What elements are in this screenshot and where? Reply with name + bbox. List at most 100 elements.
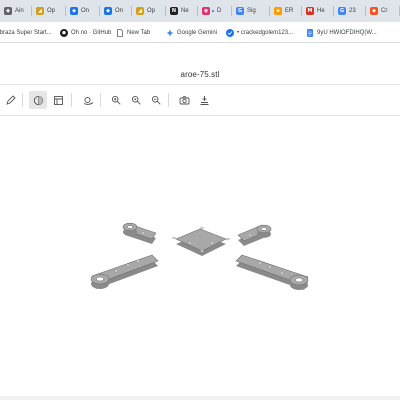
media-dot-icon — [212, 10, 214, 12]
shaded-view-icon — [33, 95, 44, 106]
mount-hole — [114, 269, 118, 273]
amazon-icon: a — [274, 7, 282, 15]
toolbar-separator — [22, 93, 23, 107]
orbit-icon — [83, 95, 94, 106]
notion-icon: N — [170, 7, 178, 15]
tab-label: Sig — [247, 8, 256, 14]
edit-button[interactable] — [1, 91, 19, 109]
bookmark-item[interactable]: Google Gemini — [166, 27, 217, 38]
toolbar-separator — [100, 93, 101, 107]
bookmark-label: New Tab — [127, 29, 151, 36]
3d-viewport[interactable] — [0, 116, 400, 396]
grid-view-button[interactable] — [49, 91, 67, 109]
mount-hole — [258, 261, 262, 265]
bookmarks-bar: Ibraza Super Start... Oh no · GitHub New T… — [0, 22, 400, 43]
bookmark-label: • crackedgolem123... — [237, 29, 294, 36]
measure-button[interactable] — [195, 91, 213, 109]
mount-hole — [248, 233, 252, 237]
viewer-toolbar — [0, 86, 400, 116]
grid-view-icon — [53, 95, 64, 106]
bookmark-item[interactable]: Ibraza Super Start... — [0, 27, 52, 38]
tab-label: ER — [285, 8, 294, 14]
mount-hole — [188, 241, 192, 245]
mount-hole — [141, 231, 145, 235]
bookmark-label: 9yU HWIOFDIHQ(W... — [317, 29, 377, 36]
docs-icon — [306, 28, 314, 37]
tab-label: 23 — [349, 8, 356, 14]
gmail-icon: M — [306, 7, 314, 15]
bookmark-item[interactable]: New Tab — [116, 27, 150, 38]
opera-icon: ◉ — [202, 7, 210, 15]
google-icon: G — [236, 7, 244, 15]
zoom-out-button[interactable] — [147, 91, 165, 109]
browser-tab[interactable]: ◆ Ain — [0, 3, 32, 19]
bookmark-item[interactable]: • crackedgolem123... — [226, 27, 293, 38]
camera-icon — [179, 95, 190, 106]
tab-label: He — [317, 8, 325, 14]
mount-hole — [226, 237, 230, 241]
zoom-fit-button[interactable] — [127, 91, 145, 109]
bookmark-label: Oh no · GitHub — [71, 29, 112, 36]
tab-label: On — [115, 8, 124, 14]
browser-tab[interactable]: ◢ Op — [132, 3, 166, 19]
measure-icon — [199, 95, 210, 106]
mount-hole — [126, 263, 130, 267]
tab-label: D — [217, 8, 222, 14]
viewer-title-bar: aroe-75.stl — [0, 43, 400, 85]
model-render[interactable] — [0, 116, 400, 396]
orbit-button[interactable] — [79, 91, 97, 109]
motor-hole — [96, 276, 104, 282]
mount-hole — [210, 241, 214, 245]
mount-hole — [268, 265, 272, 269]
browser-tab[interactable]: M He — [302, 3, 334, 19]
app-icon: ◆ — [70, 7, 78, 15]
bookmark-label: Ibraza Super Start... — [0, 29, 52, 36]
mount-hole — [172, 236, 176, 240]
tab-label: Op — [147, 8, 156, 14]
tab-label: Op — [47, 8, 56, 14]
browser-tab[interactable]: ◆ On — [100, 3, 132, 19]
zoom-out-icon — [151, 95, 162, 106]
onshape-icon: ◢ — [36, 7, 44, 15]
browser-tab[interactable]: ◢ Op — [32, 3, 66, 19]
onshape-icon: ◢ — [136, 7, 144, 15]
tab-label: Ne — [181, 8, 189, 14]
github-icon — [60, 28, 68, 37]
app-icon: ◆ — [104, 7, 112, 15]
browser-tab[interactable]: N Ne — [166, 3, 198, 19]
google-icon: G — [338, 7, 346, 15]
gemini-icon — [166, 28, 174, 37]
mount-hole — [136, 259, 140, 263]
edit-icon — [5, 94, 16, 106]
page-icon — [116, 28, 124, 37]
tab-label: On — [81, 8, 90, 14]
file-title: aroe-75.stl — [180, 70, 220, 79]
app-icon: ◆ — [4, 7, 12, 15]
camera-button[interactable] — [175, 91, 193, 109]
browser-tab[interactable]: ◉ D — [198, 3, 232, 19]
browser-tab[interactable]: ◆ Cr — [366, 3, 400, 19]
motor-hole — [261, 227, 267, 231]
mount-hole — [280, 271, 284, 275]
zoom-in-icon — [111, 95, 122, 106]
shaded-view-button[interactable] — [29, 91, 47, 109]
motor-hole — [127, 225, 133, 229]
browser-tab[interactable]: ◆ On — [66, 3, 100, 19]
browser-tab[interactable]: a ER — [270, 3, 302, 19]
browser-tab[interactable]: G 23 — [334, 3, 366, 19]
browser-tab[interactable]: G Sig — [232, 3, 270, 19]
zoom-in-button[interactable] — [107, 91, 125, 109]
tab-label: Ain — [15, 8, 24, 14]
bookmark-label: Google Gemini — [177, 29, 218, 36]
bookmark-item[interactable]: 9yU HWIOFDIHQ(W... — [306, 27, 377, 38]
app-icon: ◆ — [370, 7, 378, 15]
motor-hole — [295, 277, 303, 283]
mount-hole — [200, 249, 204, 253]
tab-label: Cr — [381, 8, 388, 14]
app-icon — [226, 28, 234, 37]
browser-tab-strip: ◆ Ain ◢ Op ◆ On ◆ On ◢ Op N Ne ◉ D G Sig a ER M He G 23 ◆ Cr — [0, 0, 400, 22]
mount-hole — [200, 226, 204, 230]
toolbar-separator — [71, 93, 72, 107]
bookmark-item[interactable]: Oh no · GitHub — [60, 27, 111, 38]
toolbar-separator — [168, 93, 169, 107]
